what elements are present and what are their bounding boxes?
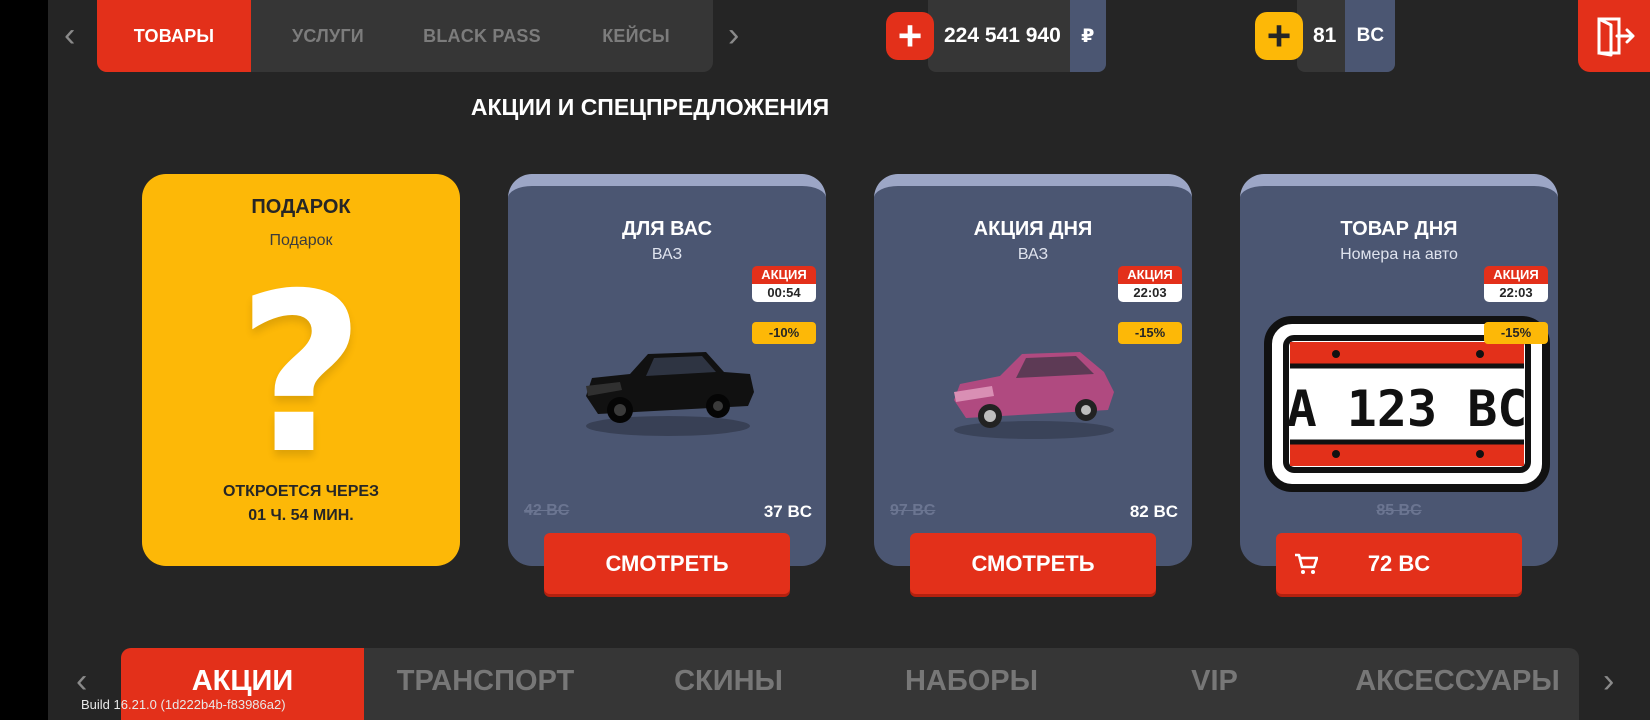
offer-card-item-of-day[interactable]: ТОВАР ДНЯ Номера на авто A 123 BC АКЦИЯ … (1240, 174, 1558, 566)
buy-price-label: 72 BC (1367, 550, 1431, 576)
car-sedan-icon (586, 352, 754, 436)
old-price: 42 BC (524, 502, 570, 519)
tab-cases[interactable]: КЕЙСЫ (559, 0, 713, 72)
add-bc-button[interactable]: + (1255, 12, 1303, 60)
promo-timer: 00:54 (752, 284, 816, 302)
cart-icon (1295, 553, 1318, 574)
offer-subtitle: Номера на авто (1340, 246, 1458, 263)
offer-card-deal-of-day[interactable]: АКЦИЯ ДНЯ ВАЗ АКЦИЯ 22:03 -15% 97 BC 82 … (874, 174, 1192, 566)
promo-badge-label: АКЦИЯ (1118, 266, 1182, 284)
promo-badge: АКЦИЯ 22:03 (1118, 266, 1182, 302)
view-button-for-you[interactable]: СМОТРЕТЬ (544, 533, 790, 594)
gift-card[interactable]: ПОДАРОК Подарок ? ОТКРОЕТСЯ ЧЕРЕЗ 01 Ч. … (142, 174, 460, 566)
categories-prev-arrow[interactable]: ‹ (76, 664, 87, 698)
gift-title: ПОДАРОК (251, 196, 351, 218)
offer-subtitle: ВАЗ (1017, 246, 1049, 263)
exit-door-icon (1597, 17, 1635, 57)
wallet-rub: + 224 541 940 ₽ (886, 0, 1106, 72)
category-skins[interactable]: СКИНЫ (607, 648, 850, 720)
buy-button-item-of-day[interactable]: 72 BC (1276, 533, 1522, 594)
gift-open-timer: ОТКРОЕТСЯ ЧЕРЕЗ 01 Ч. 54 МИН. (142, 480, 460, 528)
rub-currency: ₽ (1069, 0, 1106, 72)
gift-open-time: 01 Ч. 54 МИН. (248, 507, 354, 524)
new-price: 82 BC (1129, 502, 1178, 521)
plate-text: A 123 BC (1287, 380, 1528, 438)
categories-next-arrow[interactable]: › (1603, 664, 1614, 698)
old-price: 97 BC (890, 502, 936, 519)
offer-title: ТОВАР ДНЯ (1340, 218, 1458, 240)
category-vip[interactable]: VIP (1093, 648, 1336, 720)
tab-goods[interactable]: ТОВАРЫ (97, 0, 251, 72)
bc-currency: BC (1345, 0, 1396, 72)
promo-timer: 22:03 (1118, 284, 1182, 302)
tab-black-pass[interactable]: BLACK PASS (405, 0, 559, 72)
tab-services[interactable]: УСЛУГИ (251, 0, 405, 72)
offer-subtitle: ВАЗ (651, 246, 683, 263)
view-button-deal-of-day[interactable]: СМОТРЕТЬ (910, 533, 1156, 594)
gift-open-label: ОТКРОЕТСЯ ЧЕРЕЗ (222, 483, 380, 500)
promo-badge-label: АКЦИЯ (752, 266, 816, 284)
promo-badge: АКЦИЯ 22:03 (1484, 266, 1548, 302)
top-tabs-prev-arrow[interactable]: ‹ (64, 18, 75, 52)
promo-badge: АКЦИЯ 00:54 (752, 266, 816, 302)
wallet-bc: + 81 BC (1255, 0, 1396, 72)
promo-timer: 22:03 (1484, 284, 1548, 302)
question-mark-icon: ? (237, 246, 365, 502)
top-tabs-next-arrow[interactable]: › (728, 18, 739, 52)
offer-title: АКЦИЯ ДНЯ (973, 218, 1093, 240)
car-hatchback-icon (954, 352, 1114, 439)
bc-amount: 81 (1297, 0, 1346, 72)
promo-badge-label: АКЦИЯ (1484, 266, 1548, 284)
category-bar: АКЦИИ ТРАНСПОРТ СКИНЫ НАБОРЫ VIP АКСЕССУ… (121, 648, 1579, 720)
category-transport[interactable]: ТРАНСПОРТ (364, 648, 607, 720)
category-bundles[interactable]: НАБОРЫ (850, 648, 1093, 720)
build-version: Build 16.21.0 (1d222b4b-f83986a2) (81, 697, 286, 712)
category-accessories[interactable]: АКСЕССУАРЫ (1336, 648, 1579, 720)
top-tabs: ТОВАРЫ УСЛУГИ BLACK PASS КЕЙСЫ (97, 0, 713, 72)
discount-badge: -10% (752, 322, 816, 344)
discount-badge: -15% (1484, 322, 1548, 344)
rub-amount: 224 541 940 (928, 0, 1070, 72)
offer-title: ДЛЯ ВАС (621, 218, 713, 240)
section-title: АКЦИИ И СПЕЦПРЕДЛОЖЕНИЯ (470, 94, 830, 120)
exit-button[interactable] (1578, 0, 1650, 72)
new-price: 37 BC (763, 502, 812, 521)
offer-card-for-you[interactable]: ДЛЯ ВАС ВАЗ АКЦИЯ 00:54 -10% 42 BC 37 BC (508, 174, 826, 566)
old-price: 85 BC (1376, 502, 1422, 519)
add-rub-button[interactable]: + (886, 12, 934, 60)
discount-badge: -15% (1118, 322, 1182, 344)
